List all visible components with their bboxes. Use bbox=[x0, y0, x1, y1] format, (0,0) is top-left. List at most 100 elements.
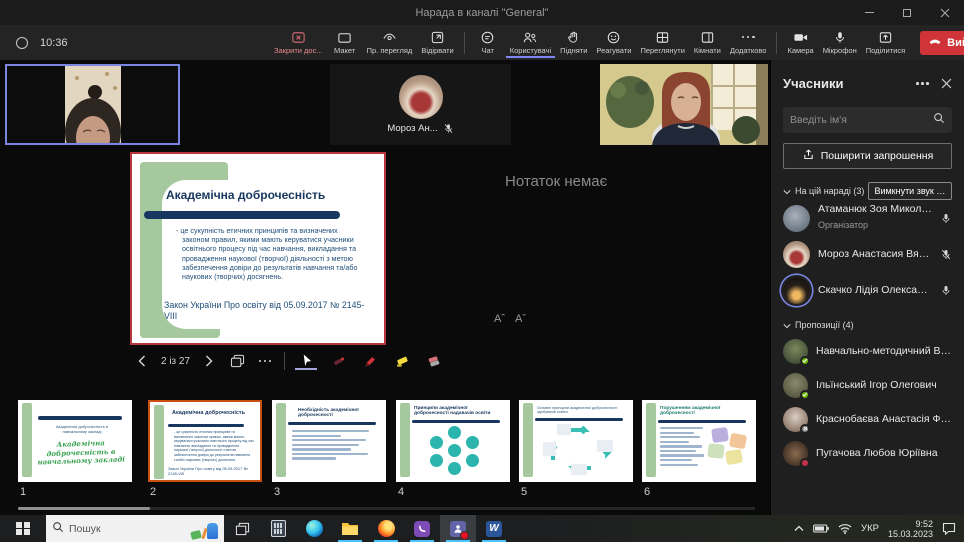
thumbnail-number: 5 bbox=[521, 486, 527, 498]
shared-slide[interactable]: Академічна доброчесність - це сукупність… bbox=[130, 152, 386, 345]
font-increase-button[interactable]: Aˆ bbox=[494, 313, 505, 325]
video-tile-moroz[interactable]: Мороз Ан... bbox=[330, 64, 511, 145]
previous-slide-button[interactable] bbox=[133, 351, 151, 371]
toolbar-more[interactable]: Додатково bbox=[726, 28, 771, 58]
chat-icon bbox=[480, 30, 495, 45]
slide-title: Академічна доброчесність bbox=[166, 188, 325, 202]
pen-tool[interactable] bbox=[359, 354, 381, 369]
windows-taskbar: W УКР 9:52 15.03.2023 bbox=[0, 515, 964, 542]
mic-muted-icon[interactable] bbox=[940, 248, 952, 261]
participant-video bbox=[7, 66, 178, 143]
chevron-down-icon[interactable] bbox=[783, 182, 791, 200]
font-decrease-button[interactable]: Aˇ bbox=[515, 313, 526, 325]
wifi-icon[interactable] bbox=[838, 523, 852, 534]
taskbar-firefox[interactable] bbox=[368, 515, 404, 542]
video-tile-active-speaker[interactable] bbox=[5, 64, 180, 145]
panel-more-icon[interactable] bbox=[916, 82, 929, 85]
notification-center-icon[interactable] bbox=[942, 522, 956, 535]
slide-more-icon[interactable] bbox=[256, 351, 274, 371]
close-button[interactable] bbox=[926, 0, 964, 25]
participant-row[interactable]: Атаманюк Зоя Миколаївна Організатор bbox=[783, 200, 952, 236]
task-view-button[interactable] bbox=[224, 515, 260, 542]
avatar bbox=[783, 373, 808, 398]
toolbar-raise-hand[interactable]: Підняти bbox=[556, 28, 591, 58]
laser-pointer-tool[interactable] bbox=[327, 354, 349, 369]
toolbar-separator bbox=[776, 32, 777, 54]
chevron-down-icon[interactable] bbox=[783, 316, 791, 334]
toolbar-react[interactable]: Реагувати bbox=[592, 28, 635, 58]
scrollbar-thumb[interactable] bbox=[18, 507, 150, 510]
toolbar-camera[interactable]: Камера bbox=[783, 28, 817, 58]
battery-icon[interactable] bbox=[813, 524, 829, 533]
maximize-button[interactable] bbox=[888, 0, 926, 25]
taskbar-teams[interactable] bbox=[440, 515, 476, 542]
participant-row[interactable]: Мороз Анастасия Вячеславовна bbox=[783, 236, 952, 272]
toolbar-layout[interactable]: Макет bbox=[328, 28, 362, 58]
camera-icon bbox=[793, 30, 809, 45]
share-invite-button[interactable]: Поширити запрошення bbox=[783, 143, 952, 169]
search-icon bbox=[933, 111, 945, 129]
slide-thumbnail-3[interactable]: Необхідність академічної доброчесності bbox=[272, 400, 386, 482]
language-indicator[interactable]: УКР bbox=[861, 523, 879, 534]
toolbar-stop-share[interactable]: Закрити дос... bbox=[270, 28, 327, 58]
suggestion-row[interactable]: Ільїнський Ігор Олегович bbox=[783, 368, 952, 402]
start-button[interactable] bbox=[0, 515, 46, 542]
taskbar-search-input[interactable] bbox=[69, 523, 186, 535]
hidden-icons-chevron[interactable] bbox=[794, 525, 804, 532]
react-icon bbox=[606, 30, 621, 45]
avatar bbox=[399, 75, 443, 119]
taskbar-word[interactable]: W bbox=[476, 515, 512, 542]
participant-video bbox=[600, 64, 768, 145]
leave-button[interactable]: Вийти bbox=[920, 31, 964, 55]
slide-thumbnail-6[interactable]: Порушенням академічної доброчесності bbox=[642, 400, 756, 482]
taskbar-calculator[interactable] bbox=[260, 515, 296, 542]
taskbar-clock[interactable]: 9:52 15.03.2023 bbox=[888, 519, 933, 539]
in-meeting-label: На цій нараді (3) bbox=[795, 186, 864, 196]
slide-thumbnail-4[interactable]: Принципи академічної доброчесності надав… bbox=[396, 400, 510, 482]
video-tile-speaker-2[interactable] bbox=[600, 64, 768, 145]
task-view-icon bbox=[235, 522, 250, 536]
slide-grid-icon[interactable] bbox=[228, 351, 246, 371]
participant-search-input[interactable] bbox=[790, 114, 933, 126]
toolbar-share-screen[interactable]: Поділитися bbox=[862, 28, 909, 58]
raise-hand-icon bbox=[566, 30, 581, 45]
mic-icon[interactable] bbox=[940, 212, 952, 225]
slide-body: - це сукупність етичних принципів та виз… bbox=[176, 226, 358, 281]
slide-thumbnail-1[interactable]: Академічна доброчесність в навчальному з… bbox=[18, 400, 132, 482]
toolbar-pop-out[interactable]: Відірвати bbox=[417, 28, 457, 58]
toolbar-people[interactable]: Користувачі bbox=[506, 28, 555, 58]
microphone-icon bbox=[833, 30, 847, 45]
participant-search[interactable] bbox=[783, 107, 952, 133]
hang-up-icon bbox=[928, 36, 942, 49]
teams-meeting-window: Нарада в каналі "General" 10:36 Закрити … bbox=[0, 0, 964, 542]
mic-icon[interactable] bbox=[940, 284, 952, 297]
suggestion-row[interactable]: Краснобаєва Анастасія Федорівна bbox=[783, 402, 952, 436]
toolbar-rooms[interactable]: Кімнати bbox=[690, 28, 725, 58]
toolbar-chat[interactable]: Чат bbox=[471, 28, 505, 58]
slide-controls-bar: 2 із 27 bbox=[133, 348, 445, 374]
status-available-icon bbox=[800, 356, 810, 366]
suggestion-row[interactable]: Пугачова Любов Юріївна bbox=[783, 436, 952, 470]
toolbar-microphone[interactable]: Мікрофон bbox=[819, 28, 861, 58]
close-icon bbox=[940, 8, 950, 18]
avatar bbox=[783, 407, 808, 432]
toolbar-view[interactable]: Переглянути bbox=[636, 28, 688, 58]
panel-close-icon[interactable] bbox=[941, 78, 952, 89]
slide-thumbnail-2-current[interactable]: Академічна доброчесність - це сукупність… bbox=[148, 400, 262, 482]
minimize-button[interactable] bbox=[850, 0, 888, 25]
slide-thumbnail-5[interactable]: Основні принципи академічної доброчеснос… bbox=[519, 400, 633, 482]
mute-all-button[interactable]: Вимкнути звук для ... bbox=[868, 182, 952, 200]
participant-row[interactable]: Скачко Лідія Олександрівна bbox=[783, 272, 952, 308]
eraser-tool[interactable] bbox=[423, 354, 445, 369]
taskbar-edge[interactable] bbox=[296, 515, 332, 542]
taskbar-search[interactable] bbox=[46, 515, 224, 542]
next-slide-button[interactable] bbox=[200, 351, 218, 371]
toolbar-private-view[interactable]: Пр. перегляд bbox=[363, 28, 417, 58]
mic-muted-icon bbox=[443, 123, 454, 134]
cursor-tool[interactable] bbox=[295, 353, 317, 370]
highlighter-tool[interactable] bbox=[391, 354, 413, 369]
taskbar-file-explorer[interactable] bbox=[332, 515, 368, 542]
suggestion-row[interactable]: Навчально-методичний Відділ bbox=[783, 334, 952, 368]
taskbar-viber[interactable] bbox=[404, 515, 440, 542]
thumbnail-script-text: Академічна доброчесність в навчальному з… bbox=[34, 438, 129, 467]
